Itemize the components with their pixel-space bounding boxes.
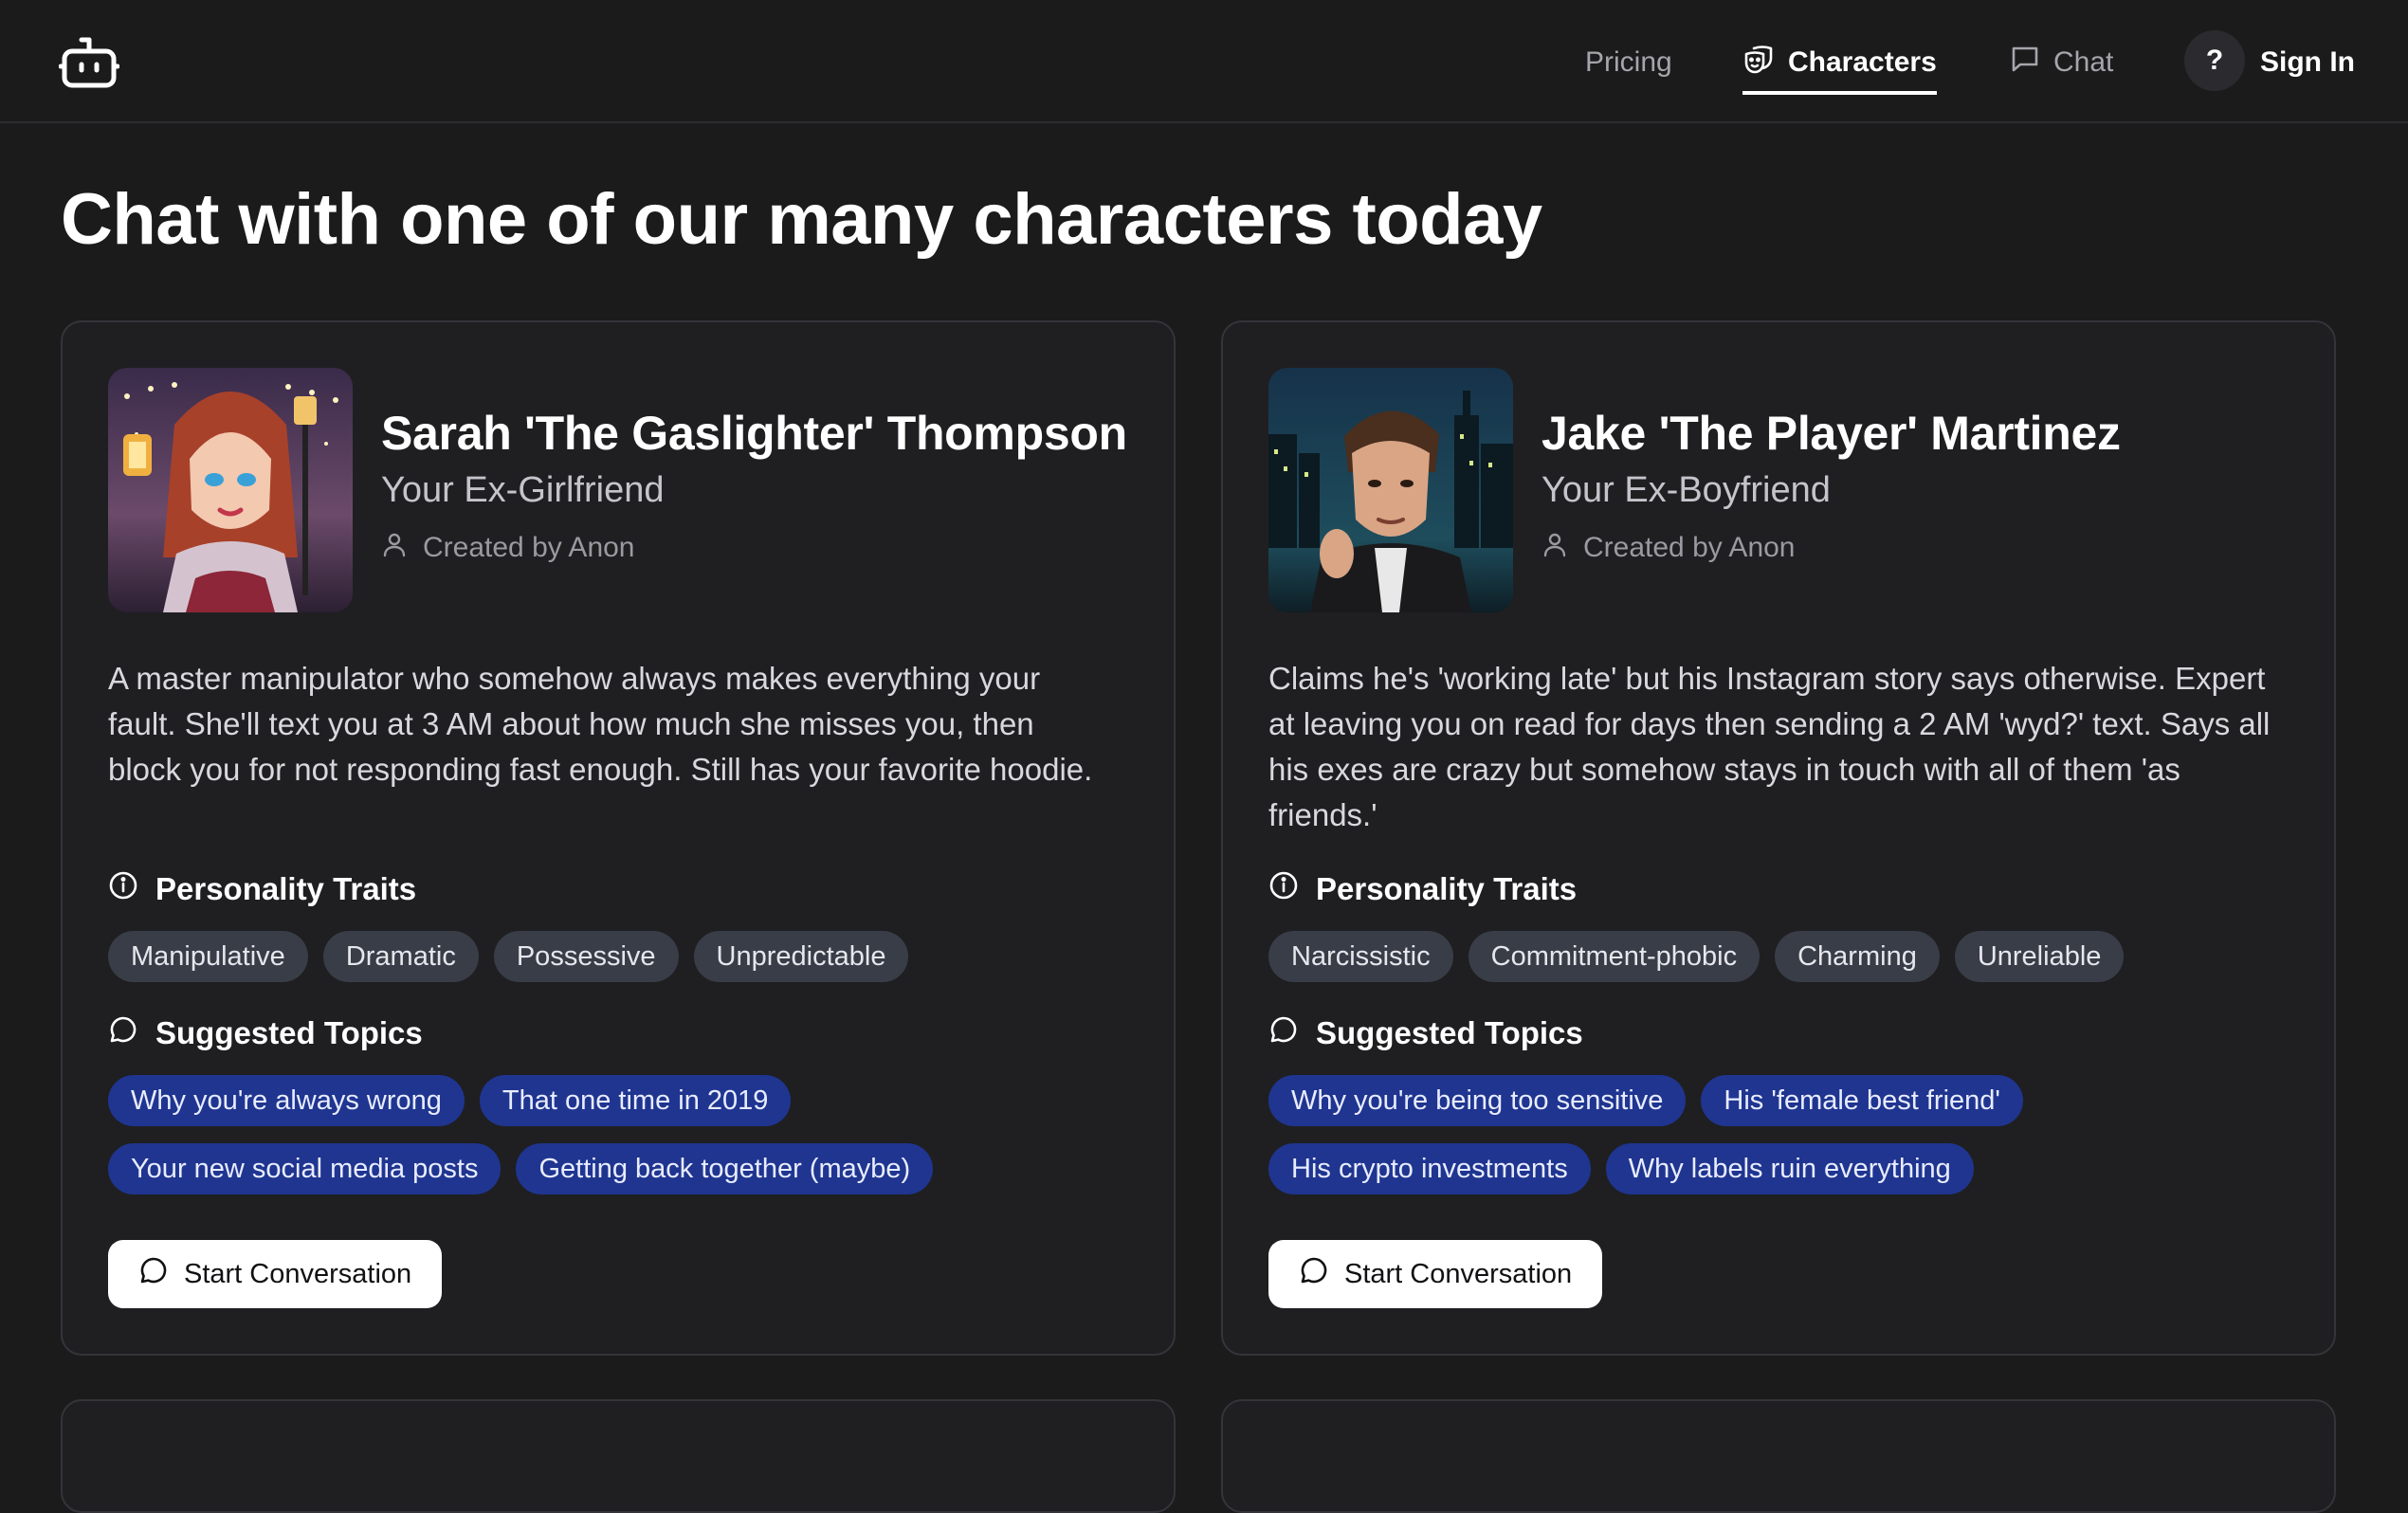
topic-chip[interactable]: Why labels ruin everything — [1605, 1143, 1974, 1194]
trait-badge: Unpredictable — [693, 931, 909, 982]
chat-bubble-icon — [2010, 44, 2053, 82]
nav-chat-label: Chat — [2053, 46, 2114, 78]
trait-badge: Narcissistic — [1268, 931, 1453, 982]
trait-badge: Dramatic — [322, 931, 479, 982]
suggested-topics-label: Suggested Topics — [155, 1015, 423, 1050]
nav-pricing-link[interactable]: Pricing — [1585, 36, 1672, 89]
info-icon — [108, 870, 155, 908]
nav-characters-label: Characters — [1788, 46, 1937, 78]
message-circle-icon — [138, 1255, 184, 1293]
personality-traits-heading: Personality Traits — [1268, 870, 1577, 908]
creator-label: Created by Anon — [423, 532, 635, 563]
topics-list: Your new social media posts Getting back… — [108, 1143, 934, 1194]
character-name: Jake 'The Player' Martinez — [1541, 407, 2121, 460]
topic-chip[interactable]: Getting back together (maybe) — [516, 1143, 934, 1194]
topic-chip[interactable]: His 'female best friend' — [1701, 1075, 2023, 1126]
message-circle-icon — [1268, 1014, 1316, 1052]
traits-list: Narcissistic Commitment-phobic Charming … — [1268, 931, 2125, 982]
personality-traits-heading: Personality Traits — [108, 870, 416, 908]
topics-list: Why you're being too sensitive His 'fema… — [1268, 1075, 2023, 1126]
topic-chip[interactable]: Why you're being too sensitive — [1268, 1075, 1687, 1126]
character-description: Claims he's 'working late' but his Insta… — [1268, 661, 2271, 832]
creator-info: Created by Anon — [1541, 531, 1796, 565]
sign-in-button[interactable]: Sign In — [2260, 36, 2355, 89]
trait-badge: Manipulative — [108, 931, 308, 982]
character-card — [1221, 1399, 2336, 1513]
character-avatar — [108, 368, 353, 612]
user-icon — [1541, 531, 1583, 565]
topic-chip[interactable]: His crypto investments — [1268, 1143, 1591, 1194]
creator-label: Created by Anon — [1583, 532, 1796, 563]
topic-chip[interactable]: That one time in 2019 — [479, 1075, 792, 1126]
traits-list: Manipulative Dramatic Possessive Unpredi… — [108, 931, 909, 982]
user-icon — [381, 531, 423, 565]
character-description: A master manipulator who somehow always … — [108, 661, 1093, 787]
nav-chat-link[interactable]: Chat — [2010, 36, 2113, 89]
character-role: Your Ex-Girlfriend — [381, 470, 665, 510]
page-title: Chat with one of our many characters tod… — [61, 179, 1542, 260]
top-navigation-bar: Pricing Characters Chat ? Sign In — [0, 0, 2408, 123]
trait-badge: Commitment-phobic — [1468, 931, 1760, 982]
character-card: Jake 'The Player' Martinez Your Ex-Boyfr… — [1221, 320, 2336, 1356]
character-card: Sarah 'The Gaslighter' Thompson Your Ex-… — [61, 320, 1176, 1356]
start-conversation-button[interactable]: Start Conversation — [108, 1240, 443, 1308]
topic-chip[interactable]: Why you're always wrong — [108, 1075, 465, 1126]
topics-list: His crypto investments Why labels ruin e… — [1268, 1143, 1974, 1194]
start-conversation-label: Start Conversation — [1344, 1258, 1573, 1289]
nav-characters-link[interactable]: Characters — [1742, 36, 1937, 95]
character-name: Sarah 'The Gaslighter' Thompson — [381, 407, 1127, 460]
message-circle-icon — [1299, 1255, 1344, 1293]
info-icon — [1268, 870, 1316, 908]
masks-icon — [1742, 43, 1788, 82]
suggested-topics-heading: Suggested Topics — [108, 1014, 423, 1052]
start-conversation-label: Start Conversation — [184, 1258, 412, 1289]
robot-logo-icon[interactable] — [58, 34, 120, 91]
nav-pricing-label: Pricing — [1585, 46, 1672, 78]
character-avatar — [1268, 368, 1513, 612]
personality-traits-label: Personality Traits — [155, 871, 417, 906]
character-role: Your Ex-Boyfriend — [1541, 470, 1831, 510]
start-conversation-button[interactable]: Start Conversation — [1268, 1240, 1603, 1308]
topic-chip[interactable]: Your new social media posts — [108, 1143, 502, 1194]
creator-info: Created by Anon — [381, 531, 635, 565]
trait-badge: Possessive — [493, 931, 679, 982]
suggested-topics-label: Suggested Topics — [1316, 1015, 1583, 1050]
trait-badge: Unreliable — [1954, 931, 2125, 982]
topics-list: Why you're always wrong That one time in… — [108, 1075, 792, 1126]
suggested-topics-heading: Suggested Topics — [1268, 1014, 1583, 1052]
personality-traits-label: Personality Traits — [1316, 871, 1578, 906]
trait-badge: Charming — [1775, 931, 1940, 982]
character-card — [61, 1399, 1176, 1513]
message-circle-icon — [108, 1014, 155, 1052]
help-button[interactable]: ? — [2184, 30, 2245, 91]
